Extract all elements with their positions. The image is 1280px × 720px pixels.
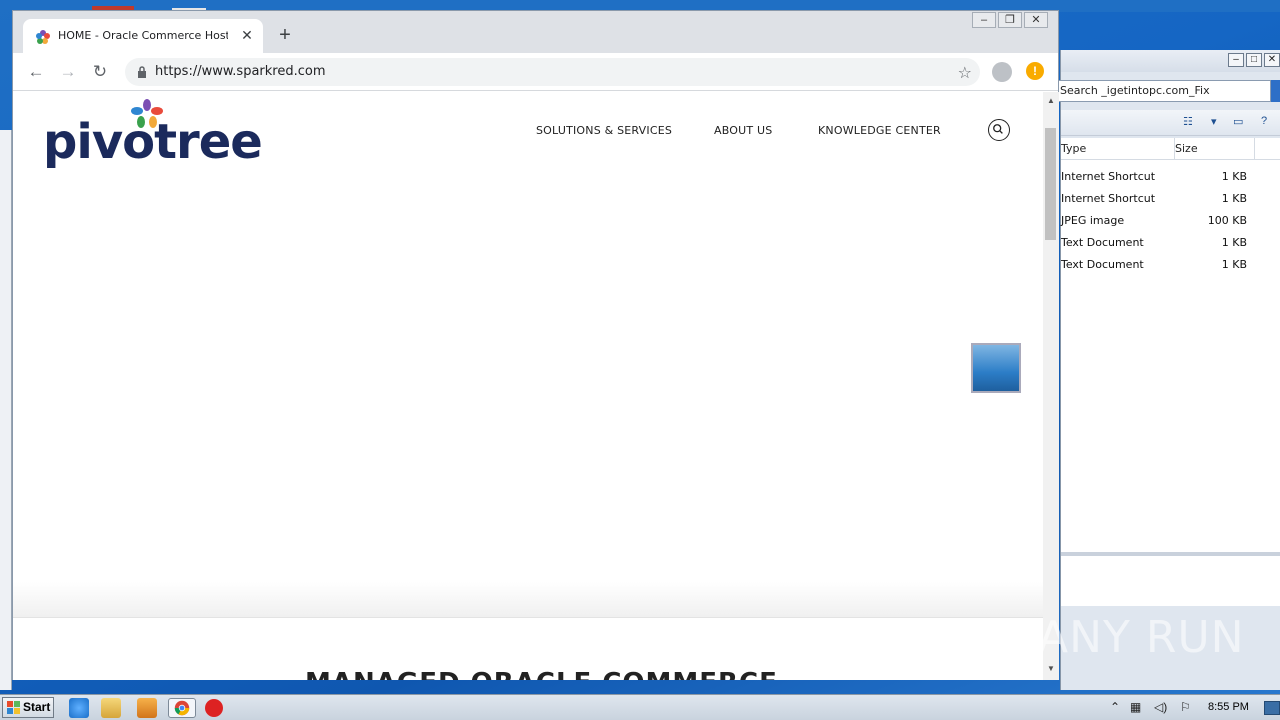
wind-turbine-image[interactable] [971,343,1021,393]
details-pane [1061,556,1280,606]
section-heading: MANAGED ORACLE COMMERCE [305,668,778,680]
minimize-button[interactable]: – [1228,53,1244,67]
search-icon[interactable] [988,119,1010,141]
flag-icon[interactable]: ⚐ [1180,700,1191,714]
maximize-button[interactable]: □ [1246,53,1262,67]
explorer-titlebar: – □ ✕ [1061,50,1280,72]
address-bar[interactable]: https://www.sparkred.com ☆ [125,58,980,86]
tab-title: HOME - Oracle Commerce Hosting | S [58,29,228,42]
explorer-toolbar: ☷ ▾ ▭ ? [1061,110,1280,136]
browser-toolbar: ← → ↻ https://www.sparkred.com ☆ ! [13,53,1058,91]
network-icon[interactable]: ▦ [1130,700,1141,714]
column-header-size[interactable]: Size [1175,138,1255,159]
explorer-search-input[interactable]: Search _igetintopc.com_Fix [1057,80,1271,102]
list-item[interactable]: Text Document 1 KB [1061,232,1280,254]
explorer-window: – □ ✕ Search _igetintopc.com_Fix ☷ ▾ ▭ ?… [1057,50,1280,690]
scroll-down-arrow-icon[interactable]: ▼ [1043,664,1059,673]
vertical-scrollbar[interactable]: ▲ ▼ [1043,92,1059,680]
reload-icon[interactable]: ↻ [90,62,110,82]
volume-icon[interactable]: ◁) [1154,700,1167,714]
background-window-frame [0,130,12,690]
back-arrow-icon[interactable]: ← [26,62,46,82]
list-item[interactable]: Internet Shortcut 1 KB [1061,166,1280,188]
minimize-button[interactable]: – [972,12,996,28]
tab-home[interactable]: HOME - Oracle Commerce Hosting | S ✕ [23,19,263,53]
stop-icon[interactable] [205,699,223,717]
pivotree-logo[interactable]: pivotree [43,98,263,170]
chrome-icon [174,700,190,716]
close-button[interactable]: ✕ [1264,53,1280,67]
windows-logo-icon [7,701,20,714]
help-icon[interactable]: ? [1261,115,1267,131]
clock[interactable]: 8:55 PM [1208,701,1249,713]
taskbar: Start ⌃ ▦ ◁) ⚐ 8:55 PM [0,694,1280,720]
start-label: Start [23,700,51,714]
internet-explorer-icon[interactable] [69,698,89,718]
list-item[interactable]: Text Document 1 KB [1061,254,1280,276]
file-list: Type Size Internet Shortcut 1 KB Internet… [1061,138,1280,552]
nav-solutions-services[interactable]: SOLUTIONS & SERVICES [536,124,672,137]
view-options-icon[interactable]: ☷ [1183,115,1193,131]
system-tray: ⌃ ▦ ◁) ⚐ 8:55 PM [1104,697,1280,719]
show-desktop-button[interactable] [1264,701,1280,715]
page-viewport: pivotree SOLUTIONS & SERVICES ABOUT US K… [13,92,1043,680]
url-text[interactable]: https://www.sparkred.com [155,64,326,79]
profile-avatar-icon[interactable] [992,62,1012,82]
forward-arrow-icon[interactable]: → [58,62,78,82]
preview-pane-icon[interactable]: ▭ [1233,115,1243,131]
close-icon[interactable]: ✕ [239,27,255,43]
list-item[interactable]: Internet Shortcut 1 KB [1061,188,1280,210]
column-header-type[interactable]: Type [1061,138,1175,159]
search-button[interactable] [1271,80,1280,102]
chevron-down-icon[interactable]: ▾ [1211,115,1217,131]
start-button[interactable]: Start [2,697,54,718]
scroll-up-arrow-icon[interactable]: ▲ [1043,96,1059,105]
chrome-taskbar-button[interactable] [168,698,196,718]
restore-button[interactable]: ❐ [998,12,1022,28]
watermark: ANY RUN [1038,612,1245,663]
show-hidden-icons-icon[interactable]: ⌃ [1110,700,1120,714]
section-divider [13,582,1043,618]
pivotree-favicon-icon [36,30,50,44]
tab-strip: HOME - Oracle Commerce Hosting | S ✕ + –… [13,11,1058,53]
update-alert-icon[interactable]: ! [1026,62,1044,80]
media-player-icon[interactable] [137,698,157,718]
list-item[interactable]: JPEG image 100 KB [1061,210,1280,232]
lock-icon[interactable] [137,66,147,78]
nav-knowledge-center[interactable]: KNOWLEDGE CENTER [818,124,941,137]
browser-window: HOME - Oracle Commerce Hosting | S ✕ + –… [12,10,1059,680]
logo-text: pivotree [43,114,263,170]
close-button[interactable]: ✕ [1024,12,1048,28]
file-explorer-icon[interactable] [101,698,121,718]
star-icon[interactable]: ☆ [958,63,972,83]
nav-about-us[interactable]: ABOUT US [714,124,772,137]
scrollbar-thumb[interactable] [1045,128,1056,240]
new-tab-button[interactable]: + [275,25,295,45]
